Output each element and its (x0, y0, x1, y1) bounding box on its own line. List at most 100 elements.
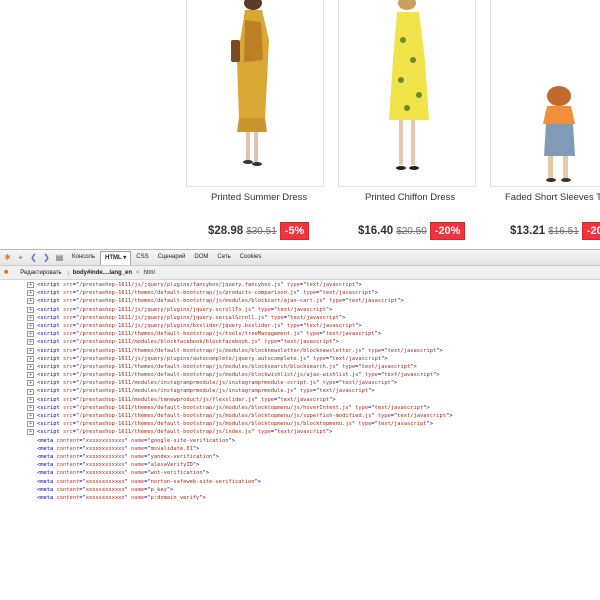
script-node[interactable]: + < script src ="/prestashop-1611/modules/t… (0, 396, 600, 404)
tab-console[interactable]: Консоль (68, 251, 99, 264)
price-row: $16.40 $20.50 -20% (358, 222, 466, 240)
script-node[interactable]: + < script src ="/prestashop-1611/themes/de… (0, 420, 600, 428)
tab-css[interactable]: CSS (132, 251, 152, 264)
script-src: /prestashop-1611/themes/default-bootstra… (79, 298, 323, 305)
product-image-frame[interactable] (186, 0, 324, 187)
script-src: /prestashop-1611/js/jquery/plugins/bxsli… (79, 322, 281, 329)
product-price: $13.21 (510, 225, 546, 237)
expand-toggle-icon[interactable]: + (27, 429, 34, 436)
discount-badge: -5% (279, 222, 310, 240)
meta-name: wot-verification (150, 470, 203, 477)
expand-toggle-icon[interactable]: + (27, 323, 34, 330)
product-photo-tshirt (543, 86, 575, 182)
breadcrumb-item-body[interactable]: body#inde....lang_en (69, 270, 136, 276)
meta-content: xxxxxxxxxxxx (85, 478, 125, 485)
expand-toggle-icon[interactable]: + (27, 380, 34, 387)
expand-toggle-icon[interactable]: + (27, 396, 34, 403)
breadcrumb-item-html[interactable]: html (140, 270, 159, 276)
expand-toggle-icon[interactable]: + (27, 290, 34, 297)
meta-content: xxxxxxxxxxxx (85, 453, 125, 460)
back-icon[interactable]: ❮ (29, 253, 38, 262)
expand-toggle-icon[interactable]: + (27, 314, 34, 321)
script-type: text/javascript (290, 314, 339, 321)
expand-toggle-icon[interactable]: + (27, 388, 34, 395)
expand-toggle-icon[interactable]: + (27, 298, 34, 305)
script-node[interactable]: + < script src ="/prestashop-1611/js/jquery… (0, 281, 600, 289)
script-node[interactable]: + < script src ="/prestashop-1611/themes/de… (0, 412, 600, 420)
expand-toggle-icon[interactable]: + (27, 372, 34, 379)
expand-toggle-icon[interactable]: + (27, 339, 34, 346)
old-price: $30.51 (246, 225, 277, 237)
expand-toggle-icon[interactable]: + (27, 404, 34, 411)
script-node[interactable]: + < script src ="/prestashop-1611/themes/de… (0, 363, 600, 371)
expand-toggle-icon[interactable]: + (27, 331, 34, 338)
script-node[interactable]: + < script src ="/prestashop-1611/modules/b… (0, 338, 600, 346)
expand-toggle-icon[interactable]: + (27, 347, 34, 354)
expand-toggle-icon[interactable]: + (27, 363, 34, 370)
script-type: text/javascript (342, 380, 391, 387)
script-node[interactable]: + < script src ="/prestashop-1611/js/jquery… (0, 314, 600, 322)
script-node[interactable]: + < script src ="/prestashop-1611/themes/de… (0, 330, 600, 338)
script-type: text/javascript (319, 388, 369, 395)
script-node[interactable]: + < script src ="/prestashop-1611/themes/de… (0, 289, 600, 297)
script-type: text/javascript (280, 396, 330, 403)
meta-node[interactable]: < meta content =" xxxxxxxxxxxx " name =" alexa… (0, 461, 600, 469)
tab-net[interactable]: Сеть (213, 251, 234, 264)
script-node[interactable]: + < script src ="/prestashop-1611/themes/de… (0, 428, 600, 436)
expand-toggle-icon[interactable]: + (27, 421, 34, 428)
expand-toggle-icon[interactable]: + (27, 282, 34, 289)
tab-html[interactable]: HTML ▾ (100, 250, 132, 265)
meta-content: xxxxxxxxxxxx (85, 486, 125, 493)
meta-name: alexaVerifyID (150, 462, 193, 469)
meta-node[interactable]: < meta content =" xxxxxxxxxxxx " name =" yande… (0, 453, 600, 461)
expand-toggle-icon[interactable]: + (27, 413, 34, 420)
firebug-bug-icon[interactable]: ✱ (3, 253, 12, 262)
html-panel-icon: ■ (4, 269, 9, 276)
product-name[interactable]: Printed Chiffon Dress (365, 192, 455, 203)
script-node[interactable]: + < script src ="/prestashop-1611/js/jquery… (0, 306, 600, 314)
command-line-icon[interactable]: ▤ (55, 253, 64, 262)
meta-node[interactable]: < meta content =" xxxxxxxxxxxx " name =" msval… (0, 445, 600, 453)
inspect-icon[interactable]: ⌖ (16, 253, 25, 262)
script-node[interactable]: + < script src ="/prestashop-1611/themes/de… (0, 347, 600, 355)
meta-node[interactable]: < meta content =" xxxxxxxxxxxx " name =" norto… (0, 478, 600, 486)
product-image-frame[interactable] (490, 0, 600, 187)
meta-node[interactable]: < meta content =" xxxxxxxxxxxx " name =" wot-v… (0, 469, 600, 477)
tab-dom[interactable]: DOM (190, 251, 212, 264)
script-type: text/javascript (384, 372, 433, 379)
meta-node[interactable]: < meta content =" xxxxxxxxxxxx " name =" googl… (0, 437, 600, 445)
script-node[interactable]: + < script src ="/prestashop-1611/js/jquery… (0, 322, 600, 330)
script-type: text/javascript (361, 363, 411, 370)
script-node[interactable]: + < script src ="/prestashop-1611/themes/de… (0, 297, 600, 305)
script-type: text/javascript (397, 413, 446, 419)
script-node[interactable]: + < script src ="/prestashop-1611/themes/de… (0, 371, 600, 379)
product-image-frame[interactable] (338, 0, 476, 187)
script-type: text/javascript (332, 355, 382, 362)
firebug-toolbar: ✱ ⌖ ❮ ❯ ▤ Консоль HTML ▾ CSS Сценарий DO… (0, 249, 600, 266)
expand-toggle-icon[interactable]: + (27, 355, 34, 362)
product-name[interactable]: Faded Short Sleeves T-s (505, 192, 600, 203)
script-src: /prestashop-1611/themes/default-bootstra… (79, 372, 359, 379)
meta-node[interactable]: < meta content =" xxxxxxxxxxxx " name =" p_key… (0, 486, 600, 494)
tab-cookies[interactable]: Cookies (236, 251, 266, 264)
script-type: text/javascript (322, 290, 372, 297)
script-src: /prestashop-1611/js/jquery/plugins/autoc… (79, 355, 307, 362)
expand-toggle-icon[interactable]: + (27, 306, 34, 313)
script-src: /prestashop-1611/js/jquery/plugins/fancy… (79, 282, 281, 288)
script-node[interactable]: + < script src ="/prestashop-1611/js/jquery… (0, 355, 600, 363)
tab-script[interactable]: Сценарий (154, 251, 190, 264)
breadcrumb: ■ Редактировать body#inde....lang_en < h… (0, 266, 600, 280)
script-node[interactable]: + < script src ="/prestashop-1611/modules/i… (0, 387, 600, 395)
old-price: $20.50 (396, 225, 427, 237)
script-src: /prestashop-1611/modules/blockfacebook/b… (79, 339, 258, 346)
product-name[interactable]: Printed Summer Dress (211, 192, 307, 203)
script-node[interactable]: + < script src ="/prestashop-1611/modules/i… (0, 379, 600, 387)
script-node[interactable]: + < script src ="/prestashop-1611/themes/de… (0, 404, 600, 412)
script-src: /prestashop-1611/js/jquery/plugins/jquer… (79, 306, 252, 313)
meta-content: xxxxxxxxxxxx (85, 494, 125, 501)
script-src: /prestashop-1611/themes/default-bootstra… (79, 331, 300, 338)
edit-button[interactable]: Редактировать (12, 269, 69, 276)
meta-node[interactable]: < meta content =" xxxxxxxxxxxx " name =" p:dom… (0, 494, 600, 502)
script-src: /prestashop-1611/themes/default-bootstra… (79, 404, 349, 411)
forward-icon[interactable]: ❯ (42, 253, 51, 262)
